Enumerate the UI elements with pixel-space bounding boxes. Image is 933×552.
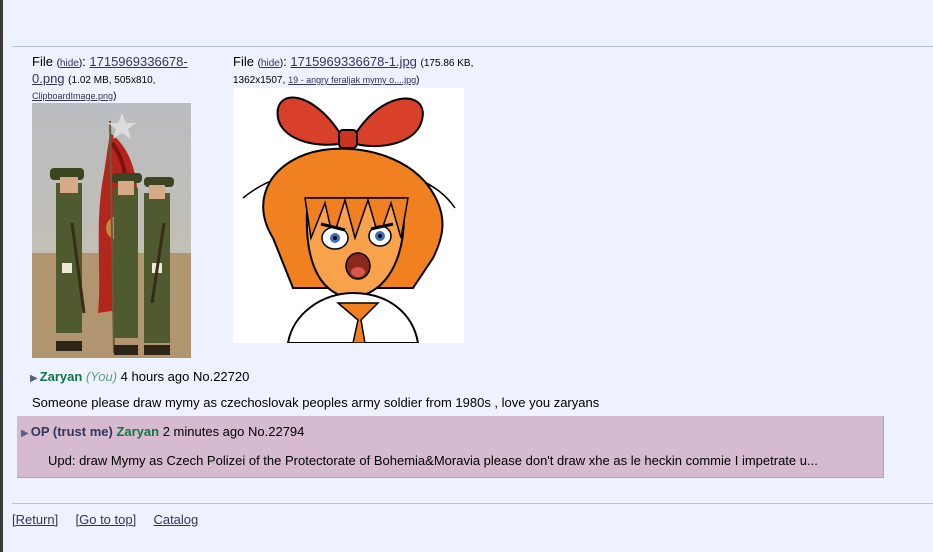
soldiers-thumbnail[interactable]: [32, 103, 191, 358]
hide-link[interactable]: hide: [60, 58, 79, 69]
file-info-2: File (hide): 1715969336678-1.jpg (175.86…: [233, 54, 474, 86]
poster-name: Zaryan: [39, 369, 83, 384]
original-filename-link[interactable]: 19 - angry feraljak mymy o....jpg: [288, 75, 416, 85]
reply-post: ▶ OP (trust me) Zaryan 2 minutes ago No.2…: [17, 416, 884, 478]
hide-link[interactable]: hide: [261, 58, 280, 69]
cartoon-thumbnail[interactable]: [233, 88, 464, 343]
file-dimensions: 1362x1507,: [233, 75, 289, 86]
thread-page: File (hide): 1715969336678- 0.png (1.02 M…: [0, 0, 933, 552]
return-link[interactable]: [Return]: [12, 512, 58, 527]
reply-number[interactable]: No.22794: [248, 424, 304, 439]
file-meta: (175.86 KB,: [420, 58, 474, 69]
post-comment: Someone please draw mymy as czechoslovak…: [32, 395, 600, 410]
file-meta: (1.02 MB, 505x810,: [68, 75, 156, 86]
you-marker: (You): [85, 369, 118, 384]
soldiers-image: [32, 103, 191, 358]
thread-nav: [Return] [Go to top] Catalog: [12, 512, 198, 527]
bottom-divider: [12, 503, 933, 504]
post-number[interactable]: No.22720: [193, 369, 249, 384]
file-name-link[interactable]: 1715969336678-1.jpg: [290, 54, 417, 69]
file-label: File: [32, 54, 57, 69]
catalog-link[interactable]: Catalog: [153, 512, 198, 527]
file-label: File: [233, 54, 258, 69]
triangle-right-icon[interactable]: ▶: [21, 428, 29, 439]
window-edge: [0, 0, 3, 552]
hide-file-link: (hide): [56, 58, 83, 69]
top-divider: [12, 46, 933, 47]
file-info-1: File (hide): 1715969336678- 0.png (1.02 M…: [32, 54, 188, 102]
cartoon-image: [233, 88, 464, 343]
reply-comment: Upd: draw Mymy as Czech Polizei of the P…: [48, 453, 818, 468]
reply-header: ▶ OP (trust me) Zaryan 2 minutes ago No.2…: [21, 424, 304, 441]
post-time: 4 hours ago: [120, 369, 190, 384]
post-header: ▶ Zaryan (You) 4 hours ago No.22720: [30, 369, 249, 386]
original-filename-link[interactable]: ClipboardImage.png: [32, 91, 113, 101]
top-blank-area: [3, 0, 933, 47]
op-label: OP (trust me): [30, 424, 113, 439]
go-to-top-link[interactable]: [Go to top]: [76, 512, 137, 527]
triangle-right-icon[interactable]: ▶: [30, 373, 38, 384]
reply-poster-name: Zaryan: [116, 424, 160, 439]
reply-time: 2 minutes ago: [162, 424, 245, 439]
hide-file-link: (hide): [257, 58, 284, 69]
